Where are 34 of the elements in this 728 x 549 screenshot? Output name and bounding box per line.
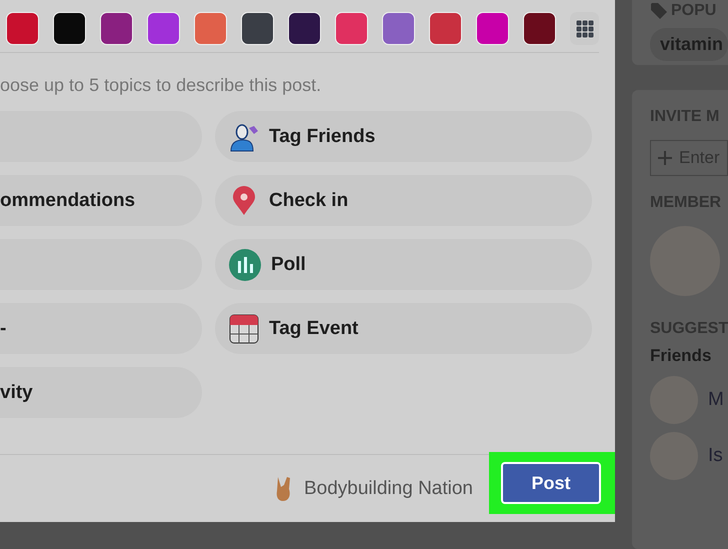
background-swatch[interactable]: [53, 12, 86, 45]
more-backgrounds-button[interactable]: [570, 12, 599, 45]
post-option[interactable]: Tag Friends: [215, 111, 592, 162]
topics-hint: oose up to 5 topics to describe this post.: [0, 74, 322, 97]
background-swatch[interactable]: [100, 12, 133, 45]
background-swatch[interactable]: [6, 12, 39, 45]
plus-icon: [658, 151, 672, 165]
option-label: Tag Event: [269, 318, 358, 340]
post-option[interactable]: Poll: [215, 239, 592, 290]
post-button[interactable]: Post: [501, 462, 601, 504]
background-swatch[interactable]: [523, 12, 556, 45]
background-swatch[interactable]: [429, 12, 462, 45]
background-swatch[interactable]: [288, 12, 321, 45]
topic-option[interactable]: vity: [0, 367, 202, 418]
topic-option[interactable]: -: [0, 303, 202, 354]
post-option[interactable]: Tag Event: [215, 303, 592, 354]
grid-icon: [576, 20, 594, 38]
calendar-icon: [229, 314, 259, 344]
background-swatch[interactable]: [335, 12, 368, 45]
background-swatch[interactable]: [147, 12, 180, 45]
background-swatch[interactable]: [194, 12, 227, 45]
person-tag-icon: [229, 122, 259, 152]
post-option[interactable]: Check in: [215, 175, 592, 226]
option-label: Poll: [271, 254, 306, 276]
background-swatch[interactable]: [476, 12, 509, 45]
background-swatch[interactable]: [241, 12, 274, 45]
bar-chart-icon: [229, 248, 261, 280]
option-label: Check in: [269, 190, 348, 212]
option-label: Tag Friends: [269, 126, 376, 148]
topic-option[interactable]: ommendations: [0, 175, 202, 226]
tag-icon: [650, 2, 668, 20]
friends-label: Friends: [650, 346, 712, 366]
background-swatch[interactable]: [382, 12, 415, 45]
group-name: Bodybuilding Nation: [304, 478, 473, 500]
